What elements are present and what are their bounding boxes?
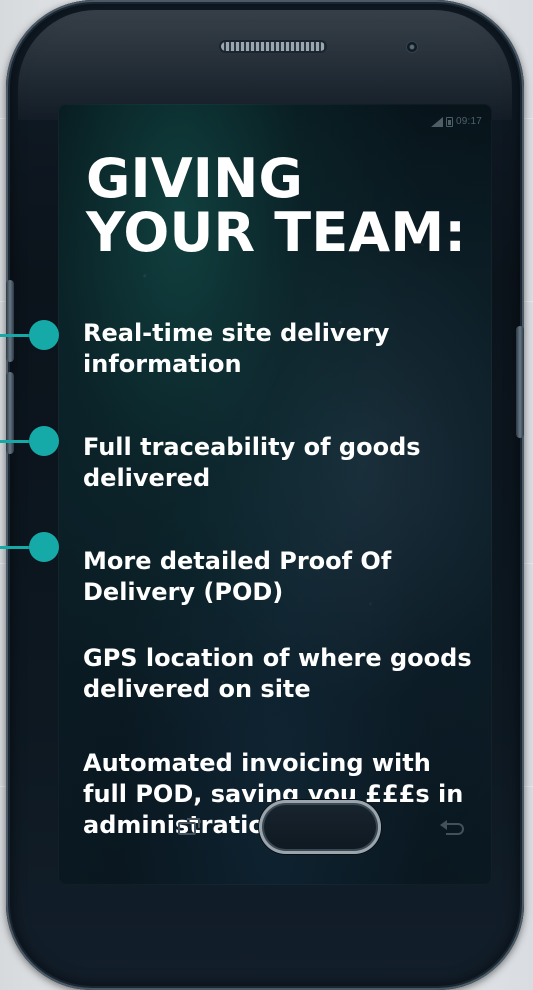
teal-bullet-icon: [29, 426, 59, 456]
headline-line-2: YOUR TEAM:: [86, 201, 467, 264]
benefit-item: GPS location of where goods delivered on…: [83, 643, 478, 705]
benefit-item: Full traceability of goods delivered: [83, 432, 478, 494]
benefit-text: GPS location of where goods delivered on…: [83, 644, 472, 703]
battery-icon: [445, 116, 453, 127]
benefit-item: Real-time site delivery information: [83, 318, 478, 380]
benefit-text: More detailed Proof Of Delivery (POD): [83, 547, 392, 606]
signal-icon: [430, 116, 443, 127]
back-icon: [440, 820, 464, 835]
speaker-grille: [221, 42, 325, 51]
teal-bullet-icon: [29, 320, 59, 350]
status-time: 09:17: [455, 116, 482, 127]
headline: GIVING YOUR TEAM:: [86, 152, 476, 260]
benefit-item: More detailed Proof Of Delivery (POD): [83, 546, 478, 608]
teal-bullet-icon: [29, 532, 59, 562]
power-button: [516, 326, 524, 438]
home-button[interactable]: [259, 800, 381, 854]
benefit-text: Real-time site delivery information: [83, 319, 390, 378]
volume-button: [6, 280, 14, 362]
status-bar: 09:17: [430, 116, 482, 127]
navigation-bar: [58, 775, 492, 885]
headline-line-1: GIVING: [86, 147, 304, 210]
benefit-text: Full traceability of goods delivered: [83, 433, 421, 492]
front-camera-icon: [407, 42, 417, 52]
smartphone-frame: 09:17 GIVING YOUR TEAM: Real-time site d…: [6, 0, 524, 990]
phone-screen: 09:17 GIVING YOUR TEAM: Real-time site d…: [58, 104, 492, 885]
recent-apps-icon: [178, 818, 200, 835]
